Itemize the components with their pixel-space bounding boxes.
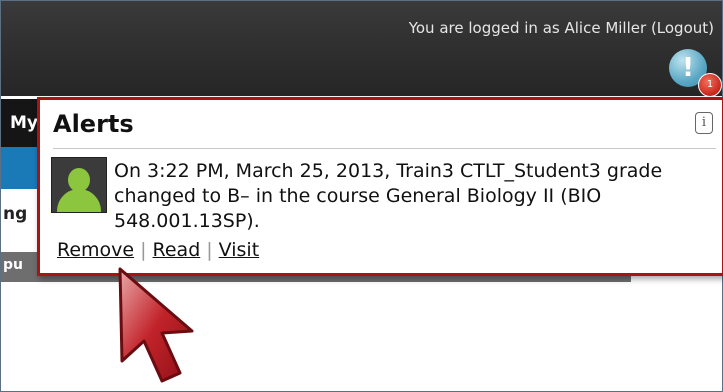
avatar <box>51 157 107 213</box>
alerts-popup: Alerts i On 3:22 PM, March 25, 2013, Tra… <box>37 97 723 276</box>
nav-tab-fragment[interactable]: My <box>1 99 41 147</box>
logout-link[interactable]: (Logout) <box>651 19 714 37</box>
gray-band-text: pu <box>3 257 23 273</box>
read-link[interactable]: Read <box>153 239 201 261</box>
alert-message: On 3:22 PM, March 25, 2013, Train3 CTLT_… <box>114 160 663 232</box>
blue-nav-band <box>1 147 41 189</box>
top-bar: You are logged in as Alice Miller (Logou… <box>1 1 722 96</box>
action-separator: | <box>206 239 213 261</box>
alerts-title: Alerts <box>53 110 134 138</box>
visit-link[interactable]: Visit <box>219 239 260 261</box>
action-separator: | <box>140 239 147 261</box>
info-icon[interactable]: i <box>695 112 713 134</box>
alerts-divider <box>53 148 716 149</box>
logged-in-text: You are logged in as Alice Miller <box>408 19 647 37</box>
login-status: You are logged in as Alice Miller (Logou… <box>409 19 714 37</box>
alert-actions: Remove | Read | Visit <box>57 239 259 261</box>
remove-link[interactable]: Remove <box>57 239 134 261</box>
alert-count-badge: 1 <box>698 73 722 97</box>
avatar-body-shape <box>57 189 101 212</box>
mouse-cursor-icon <box>118 267 194 383</box>
